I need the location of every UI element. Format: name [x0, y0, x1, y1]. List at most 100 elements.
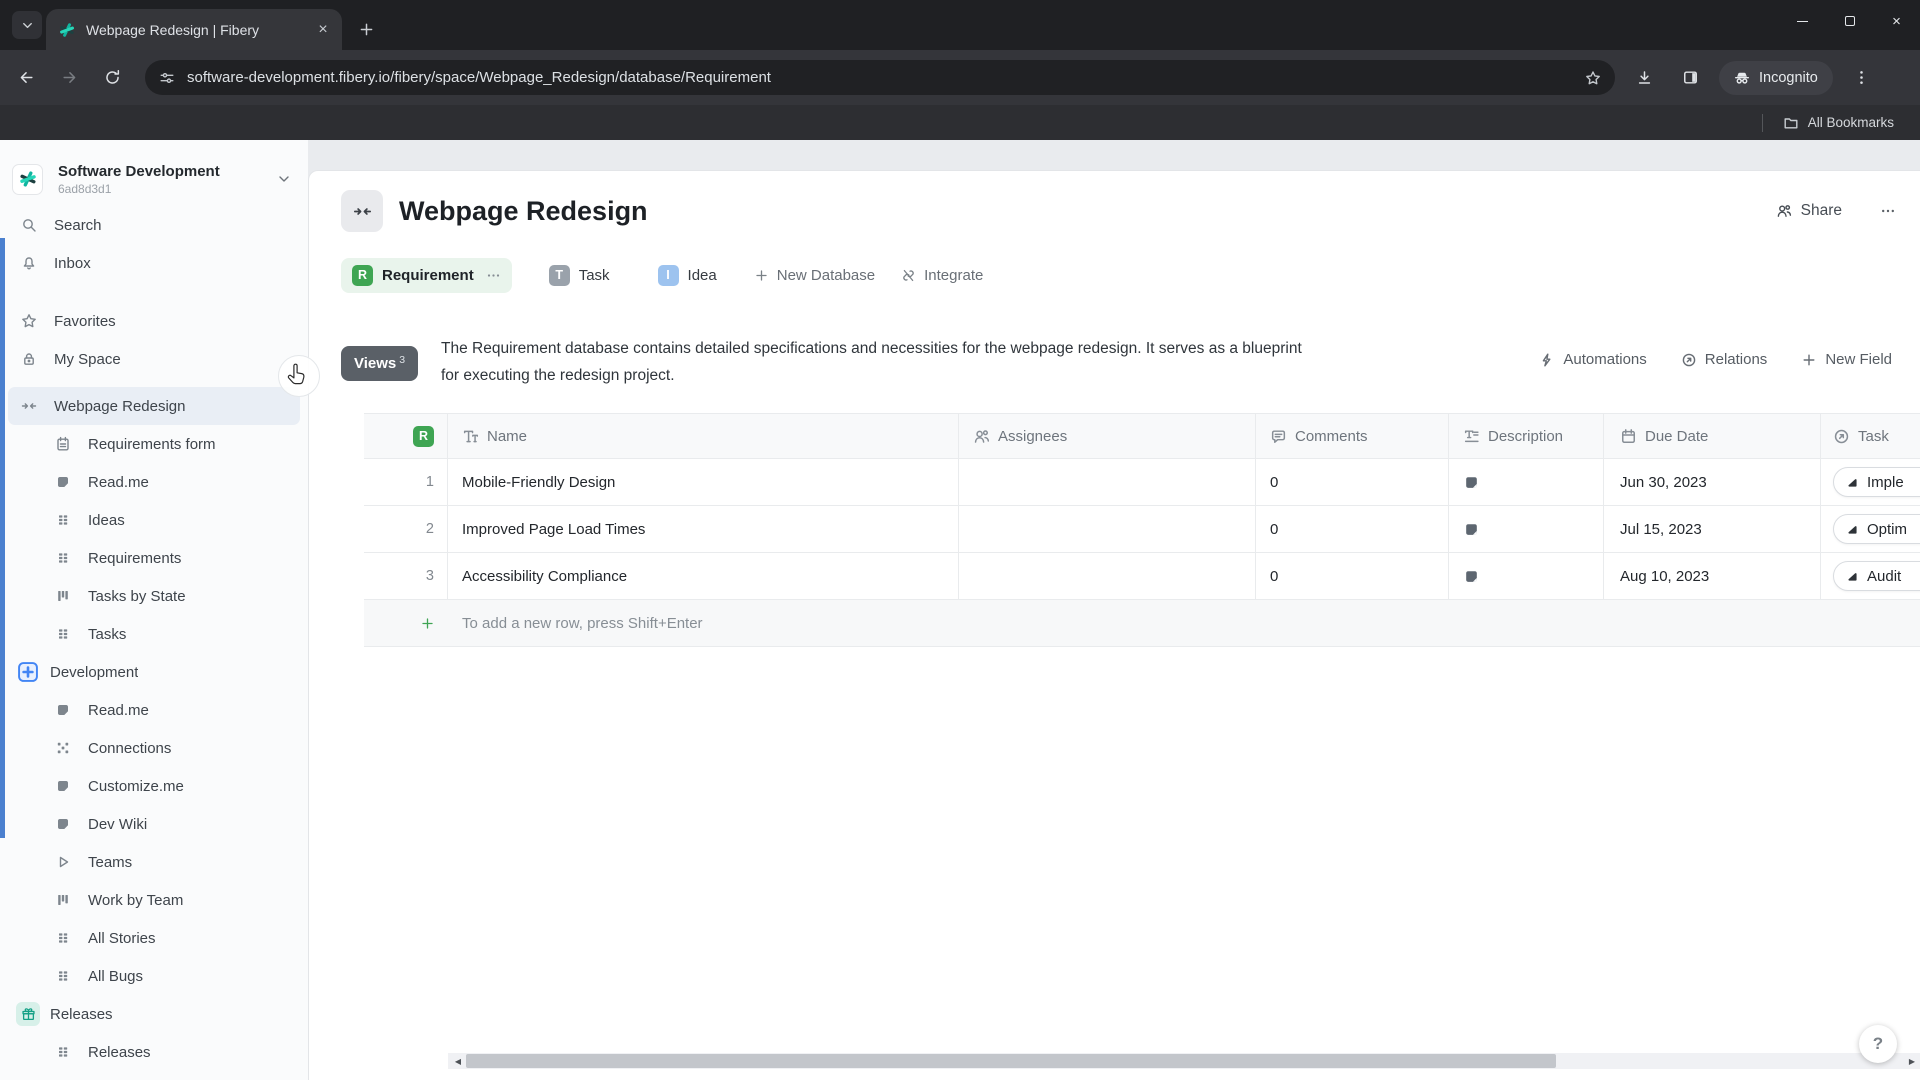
- database-tab-requirement[interactable]: R Requirement: [341, 257, 512, 293]
- scroll-right-icon[interactable]: ▶: [1904, 1053, 1920, 1069]
- task-chip[interactable]: Audit: [1833, 561, 1920, 591]
- close-button[interactable]: ×: [1873, 0, 1920, 42]
- cell-due-date[interactable]: Jul 15, 2023: [1604, 506, 1821, 552]
- views-button[interactable]: Views 3: [341, 346, 419, 381]
- sidebar-item-requirements[interactable]: Requirements: [8, 539, 300, 577]
- cell-due-date[interactable]: Aug 10, 2023: [1604, 553, 1821, 599]
- site-settings-icon[interactable]: [159, 70, 175, 86]
- task-chip[interactable]: Imple: [1833, 467, 1920, 497]
- cell-comments[interactable]: 0: [1256, 553, 1449, 599]
- table-entity-badge-cell: R: [364, 414, 448, 458]
- cell-assignees[interactable]: [959, 553, 1256, 599]
- cell-description[interactable]: [1449, 459, 1604, 505]
- sidebar-item-read-me[interactable]: Read.me: [8, 463, 300, 501]
- new-database-button[interactable]: New Database: [754, 267, 875, 284]
- cell-description[interactable]: [1449, 506, 1604, 552]
- sidebar-item-favorites[interactable]: Favorites: [8, 302, 300, 340]
- column-header-name[interactable]: Name: [448, 414, 959, 458]
- star-icon: [20, 312, 38, 330]
- back-button[interactable]: [9, 61, 43, 95]
- cell-task[interactable]: Imple: [1821, 459, 1920, 505]
- sidebar-item-search[interactable]: Search: [8, 206, 300, 244]
- minimize-button[interactable]: [1779, 0, 1826, 42]
- sidebar-item-requirements-form[interactable]: Requirements form: [8, 425, 300, 463]
- column-header-description[interactable]: Description: [1449, 414, 1604, 458]
- database-tab-idea[interactable]: I Idea: [647, 258, 728, 293]
- add-row[interactable]: To add a new row, press Shift+Enter: [309, 600, 1920, 647]
- relations-button[interactable]: Relations: [1681, 351, 1767, 368]
- kanban-icon: [54, 891, 72, 909]
- row-number[interactable]: 2: [364, 506, 448, 552]
- horizontal-scrollbar[interactable]: ◀ ▶: [448, 1053, 1920, 1069]
- cell-assignees[interactable]: [959, 459, 1256, 505]
- sidebar-item-label: My Space: [54, 350, 121, 368]
- database-menu-icon[interactable]: [486, 268, 501, 283]
- sidebar-item-all-bugs[interactable]: All Bugs: [8, 957, 300, 995]
- sidebar-item-label: All Stories: [88, 929, 156, 947]
- sidebar-item-tasks[interactable]: Tasks: [8, 615, 300, 653]
- cell-name[interactable]: Improved Page Load Times: [448, 506, 959, 552]
- side-panel-icon[interactable]: [1673, 61, 1707, 95]
- cell-due-date[interactable]: Jun 30, 2023: [1604, 459, 1821, 505]
- download-icon[interactable]: [1627, 61, 1661, 95]
- sidebar-item-connections[interactable]: Connections: [8, 729, 300, 767]
- sidebar-item-teams[interactable]: Teams: [8, 843, 300, 881]
- new-tab-button[interactable]: [352, 15, 380, 43]
- reload-button[interactable]: [95, 61, 129, 95]
- share-button[interactable]: Share: [1776, 202, 1842, 220]
- tab-close-icon[interactable]: ×: [312, 19, 334, 41]
- add-row-plus-icon[interactable]: [364, 600, 448, 646]
- row-number[interactable]: 1: [364, 459, 448, 505]
- sidebar-item-releases[interactable]: Releases: [8, 995, 300, 1033]
- integrate-button[interactable]: Integrate: [901, 267, 983, 284]
- new-field-button[interactable]: New Field: [1801, 351, 1892, 368]
- sidebar-item-all-stories[interactable]: All Stories: [8, 919, 300, 957]
- sidebar-item-work-by-team[interactable]: Work by Team: [8, 881, 300, 919]
- column-header-due-date[interactable]: Due Date: [1604, 414, 1821, 458]
- sidebar-item-my-space[interactable]: My Space: [8, 340, 300, 378]
- browser-menu-icon[interactable]: [1845, 61, 1879, 95]
- cell-assignees[interactable]: [959, 506, 1256, 552]
- doc-icon: [54, 777, 72, 795]
- column-header-comments[interactable]: Comments: [1256, 414, 1449, 458]
- column-header-task[interactable]: Task: [1821, 414, 1920, 458]
- forward-button[interactable]: [52, 61, 86, 95]
- all-bookmarks-label[interactable]: All Bookmarks: [1808, 115, 1894, 130]
- row-number[interactable]: 3: [364, 553, 448, 599]
- cell-comments[interactable]: 0: [1256, 459, 1449, 505]
- cell-task[interactable]: Audit: [1821, 553, 1920, 599]
- maximize-button[interactable]: [1826, 0, 1873, 42]
- sidebar-item-customize-me[interactable]: Customize.me: [8, 767, 300, 805]
- form-icon: [54, 435, 72, 453]
- sidebar-item-webpage-redesign[interactable]: Webpage Redesign: [8, 387, 300, 425]
- column-header-assignees[interactable]: Assignees: [959, 414, 1256, 458]
- cell-name[interactable]: Mobile-Friendly Design: [448, 459, 959, 505]
- sidebar-item-inbox[interactable]: Inbox: [8, 244, 300, 282]
- scrollbar-thumb[interactable]: [466, 1054, 1556, 1068]
- chevron-down-icon[interactable]: [276, 171, 292, 187]
- sidebar-item-read-me[interactable]: Read.me: [8, 691, 300, 729]
- table-row: 3 Accessibility Compliance 0 Aug 10, 2023 Au…: [309, 553, 1920, 600]
- sidebar-item-releases[interactable]: Releases: [8, 1033, 300, 1071]
- help-button[interactable]: ?: [1859, 1025, 1897, 1063]
- sidebar-item-release-planning[interactable]: Release Planning: [8, 1071, 300, 1080]
- cell-comments[interactable]: 0: [1256, 506, 1449, 552]
- browser-tab[interactable]: Webpage Redesign | Fibery ×: [46, 9, 342, 50]
- cell-name[interactable]: Accessibility Compliance: [448, 553, 959, 599]
- scroll-left-icon[interactable]: ◀: [450, 1053, 466, 1069]
- tab-search-chevron-icon[interactable]: [12, 11, 42, 39]
- sidebar-item-label: Tasks by State: [88, 587, 186, 605]
- cell-task[interactable]: Optim: [1821, 506, 1920, 552]
- workspace-switcher[interactable]: Software Development 6ad8d3d1: [0, 140, 308, 206]
- database-tab-task[interactable]: T Task: [538, 258, 621, 293]
- sidebar-item-development[interactable]: Development: [8, 653, 300, 691]
- sidebar-item-ideas[interactable]: Ideas: [8, 501, 300, 539]
- automations-button[interactable]: Automations: [1539, 351, 1647, 368]
- bookmark-star-icon[interactable]: [1585, 70, 1601, 86]
- page-menu-icon[interactable]: [1880, 203, 1896, 219]
- sidebar-item-tasks-by-state[interactable]: Tasks by State: [8, 577, 300, 615]
- sidebar-item-dev-wiki[interactable]: Dev Wiki: [8, 805, 300, 843]
- cell-description[interactable]: [1449, 553, 1604, 599]
- address-bar[interactable]: software-development.fibery.io/fibery/sp…: [145, 60, 1615, 95]
- task-chip[interactable]: Optim: [1833, 514, 1920, 544]
